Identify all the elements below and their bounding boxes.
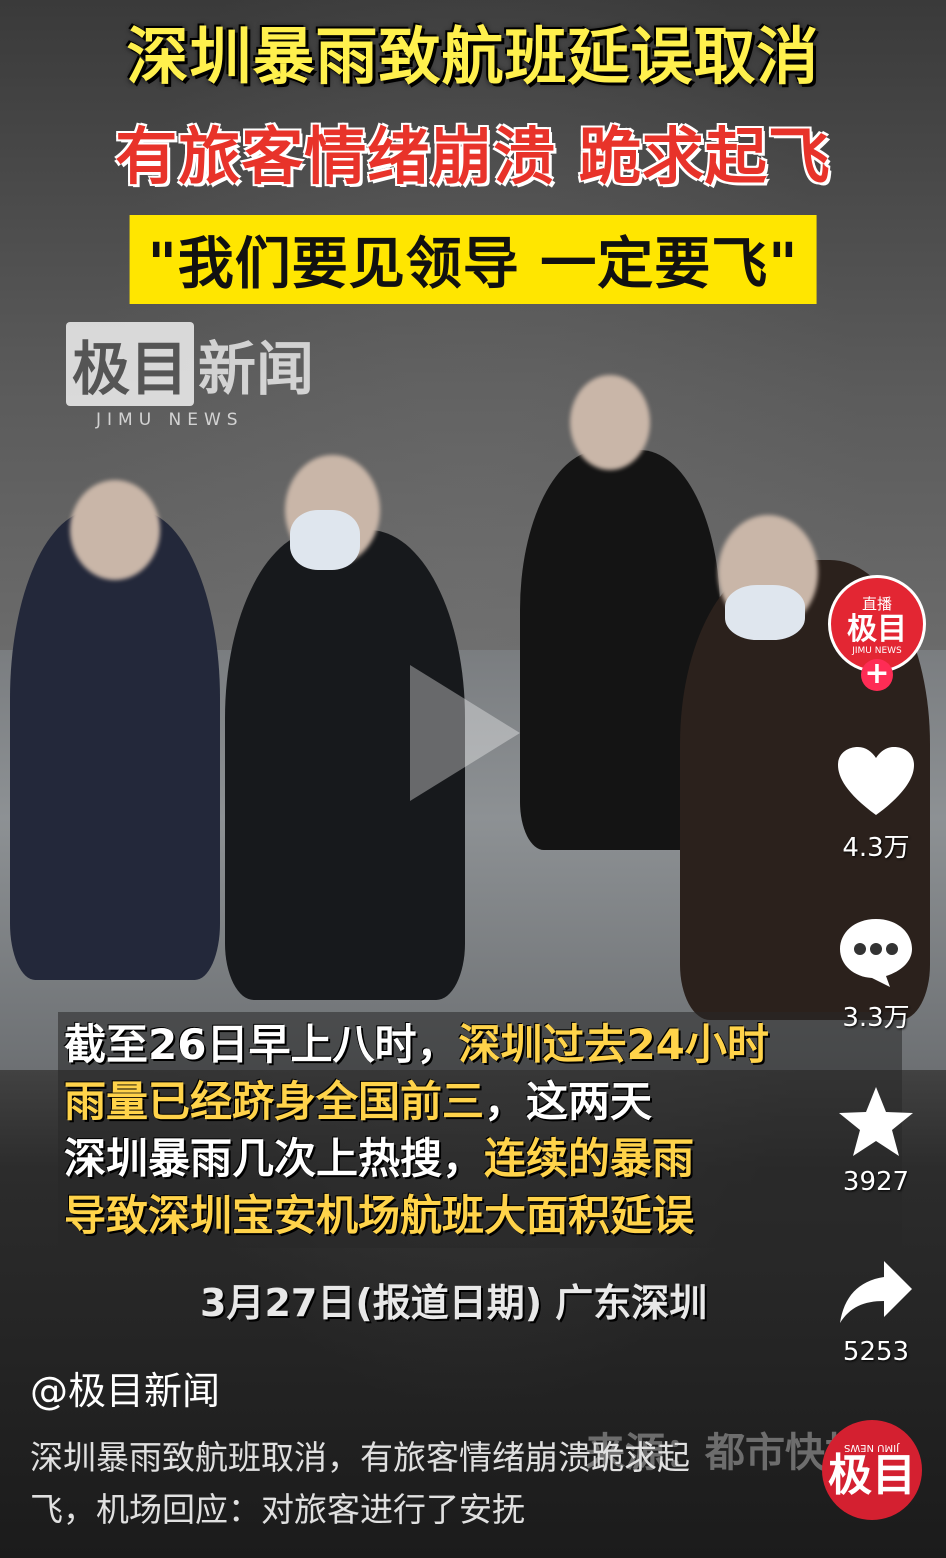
share-arrow-icon — [840, 1261, 912, 1323]
watermark-box-text: 极目 — [66, 322, 195, 406]
avatar-name: 极目 — [847, 611, 907, 647]
passenger-figure — [10, 510, 220, 980]
subtitle-segment: 深圳暴雨几次上热搜， — [64, 1134, 485, 1183]
dateline: 3月27日(报道日期) 广东深圳 — [200, 1281, 708, 1325]
share-button[interactable]: 5253 — [828, 1255, 924, 1367]
play-icon[interactable] — [410, 665, 520, 801]
favorite-count: 3927 — [842, 1167, 910, 1197]
subtitle-segment-highlight: 雨量已经跻身全国前三 — [64, 1077, 485, 1126]
like-count: 4.3万 — [842, 833, 910, 863]
headline-line-1: 深圳暴雨致航班延误取消 — [126, 20, 820, 93]
heart-icon — [838, 747, 914, 815]
favorite-button[interactable]: 3927 — [828, 1085, 924, 1197]
video-subtitle: 截至26日早上八时，深圳过去24小时 雨量已经跻身全国前三，这两天 深圳暴雨几次… — [58, 1012, 902, 1248]
follow-button[interactable]: + — [861, 659, 893, 691]
star-icon — [839, 1087, 913, 1156]
comment-count: 3.3万 — [842, 1003, 910, 1033]
passenger-face — [70, 480, 160, 580]
passenger-face — [570, 375, 650, 470]
comment-icon — [840, 919, 912, 987]
subtitle-segment-highlight: 连续的暴雨 — [484, 1134, 695, 1183]
logo-badge-text: 极目 — [828, 1449, 916, 1501]
author-avatar-group[interactable]: 直播 极目 JIMU NEWS + — [828, 575, 926, 695]
headline-line-2: 有旅客情绪崩溃 跪求起飞 — [115, 120, 831, 193]
comment-button[interactable]: 3.3万 — [828, 915, 924, 1034]
face-mask — [725, 585, 805, 640]
subtitle-segment-highlight: 导致深圳宝安机场航班大面积延误 — [64, 1191, 695, 1240]
subtitle-segment: ，这两天 — [484, 1077, 653, 1126]
like-button[interactable]: 4.3万 — [828, 745, 924, 864]
video-description[interactable]: 深圳暴雨致航班取消，有旅客情绪崩溃跪求起飞，机场回应：对旅客进行了安抚 — [30, 1432, 710, 1536]
author-handle[interactable]: @极目新闻 — [30, 1360, 220, 1415]
face-mask — [290, 510, 360, 570]
subtitle-segment: 截至26日早上八时， — [64, 1020, 459, 1069]
watermark-sub: JIMU NEWS — [96, 410, 244, 430]
avatar-en: JIMU NEWS — [852, 645, 902, 656]
subtitle-segment-highlight: 深圳过去24小时 — [458, 1020, 769, 1069]
headline-line-3: "我们要见领导 一定要飞" — [129, 215, 817, 304]
watermark-text: 新闻 — [198, 335, 315, 403]
jimu-logo-badge[interactable]: JIMU NEWS 极目 — [822, 1420, 922, 1520]
jimu-watermark: 极目 新闻 JIMU NEWS — [66, 322, 314, 430]
logo-badge-sub: JIMU NEWS — [844, 1441, 900, 1453]
share-count: 5253 — [842, 1337, 910, 1367]
live-label: 直播 — [861, 594, 892, 613]
